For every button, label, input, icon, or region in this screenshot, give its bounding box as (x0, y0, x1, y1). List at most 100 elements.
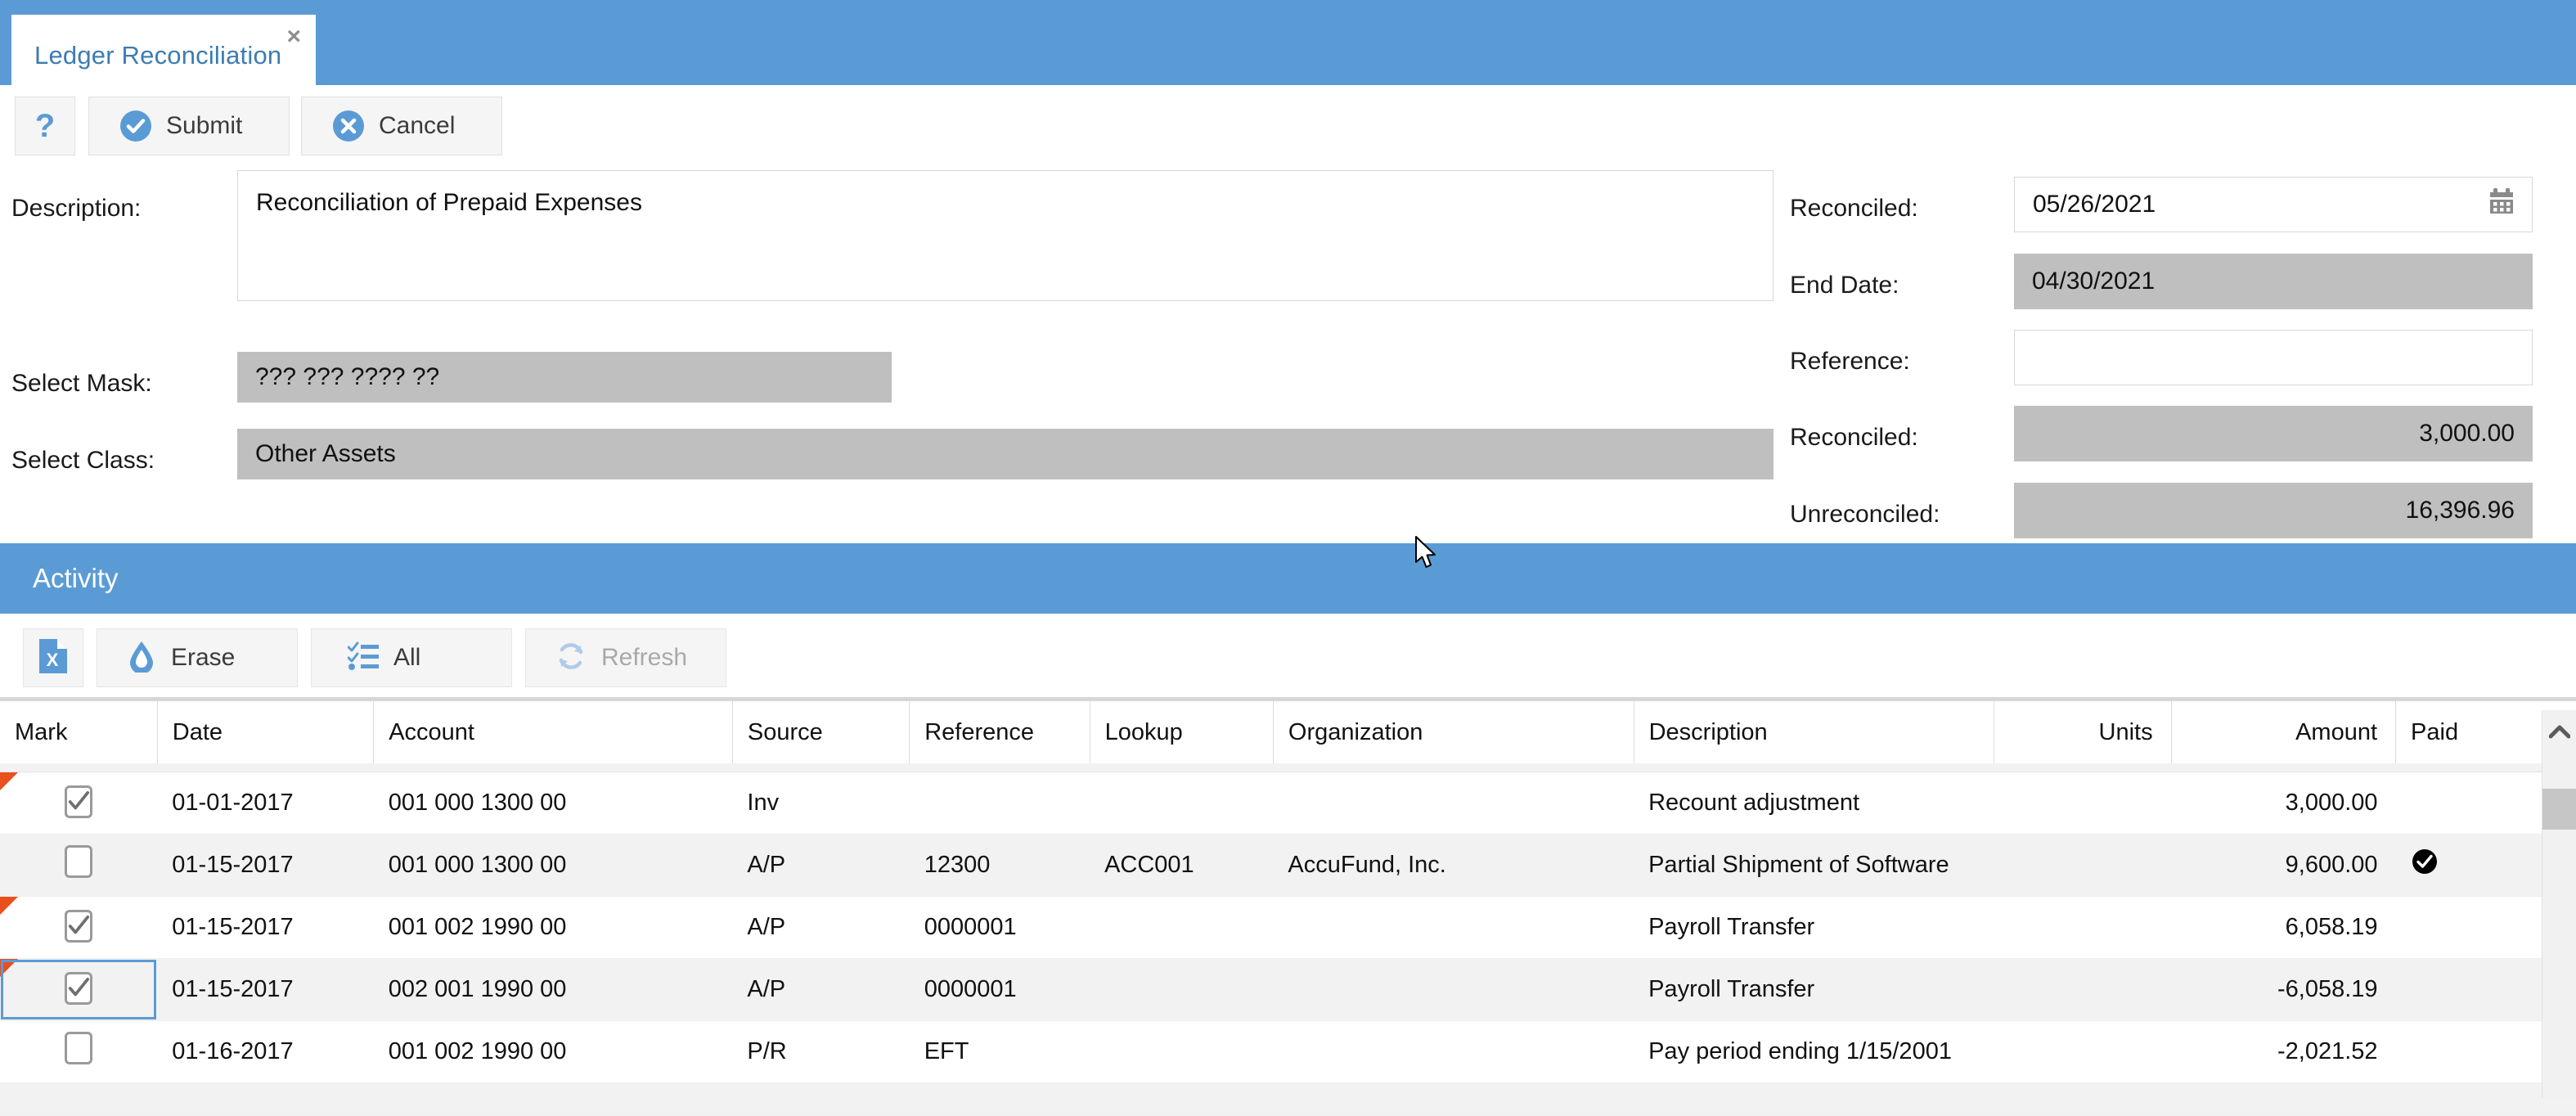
svg-text:X: X (47, 650, 59, 670)
column-header-source[interactable]: Source (732, 701, 910, 763)
close-icon[interactable]: × (286, 25, 301, 49)
row-account-cell: 002 001 1990 00 (373, 958, 733, 1021)
row-mark-cell[interactable] (0, 1020, 158, 1083)
row-mark-cell[interactable] (0, 772, 158, 835)
activity-grid: Mark Date Account Source Reference Looku… (0, 697, 2576, 1116)
form-toolbar: ? Submit Cancel (0, 97, 2576, 164)
unreconciled-value: 16,396.96 (2405, 497, 2515, 524)
export-excel-button[interactable]: X (23, 628, 83, 687)
refresh-button[interactable]: Refresh (525, 628, 726, 687)
row-source-cell: Inv (732, 772, 910, 835)
reconciled-date-input[interactable]: 05/26/2021 (2014, 177, 2533, 232)
end-date-label: End Date: (1790, 272, 1899, 299)
select-mask-input[interactable]: ??? ??? ???? ?? (237, 352, 892, 403)
table-row[interactable]: 01-15-2017 002 001 1990 00 A/P 0000001 Payro… (0, 958, 2576, 1021)
reference-input[interactable] (2014, 330, 2533, 385)
activity-section-header: Activity (0, 543, 2576, 614)
row-reference-cell: 12300 (909, 834, 1090, 897)
row-reference-cell: 0000001 (909, 958, 1090, 1021)
column-header-mark[interactable]: Mark (0, 701, 158, 763)
row-units-cell (1994, 834, 2172, 897)
row-modified-flag-icon (0, 772, 18, 790)
row-organization-cell (1273, 1020, 1634, 1083)
row-lookup-cell (1090, 896, 1274, 959)
question-mark-icon: ? (34, 108, 56, 144)
row-organization-cell (1273, 896, 1634, 959)
row-units-cell (1994, 772, 2172, 835)
row-amount-cell: 3,000.00 (2171, 772, 2396, 835)
row-description-cell: Recount adjustment (1634, 772, 1994, 835)
reconciled-amount-value-box: 3,000.00 (2014, 406, 2533, 461)
row-units-cell (1994, 896, 2172, 959)
checklist-icon (347, 641, 379, 675)
table-row[interactable]: 01-01-2017 001 000 1300 00 Inv Recount adju… (0, 772, 2576, 835)
select-class-label: Select Class: (11, 447, 155, 474)
row-lookup-cell (1090, 1020, 1274, 1083)
table-row[interactable]: 01-16-2017 001 002 1990 00 P/R EFT Pay perio… (0, 1020, 2576, 1083)
row-source-cell: A/P (732, 958, 910, 1021)
scrollbar-thumb[interactable] (2542, 789, 2576, 830)
row-source-cell: A/P (732, 834, 910, 897)
end-date-input: 04/30/2021 (2014, 254, 2533, 309)
table-row[interactable]: 01-15-2017 001 000 1300 00 A/P 12300 ACC001 A… (0, 834, 2576, 897)
row-account-cell: 001 002 1990 00 (373, 896, 733, 959)
reconciled-date-value: 05/26/2021 (2033, 191, 2156, 218)
column-header-description[interactable]: Description (1634, 701, 1995, 763)
column-header-organization[interactable]: Organization (1273, 701, 1634, 763)
column-header-account[interactable]: Account (373, 701, 733, 763)
table-row-partial[interactable] (0, 1082, 2576, 1116)
row-account-cell: 001 002 1990 00 (373, 1020, 733, 1083)
row-amount-cell: -6,058.19 (2171, 958, 2396, 1021)
row-mark-cell[interactable] (0, 958, 158, 1021)
column-header-lookup[interactable]: Lookup (1090, 701, 1274, 763)
cancel-label: Cancel (379, 112, 456, 139)
column-header-amount[interactable]: Amount (2171, 701, 2397, 763)
row-lookup-cell (1090, 772, 1274, 835)
grid-vertical-scrollbar[interactable] (2542, 710, 2576, 1098)
table-header-row: Mark Date Account Source Reference Looku… (0, 701, 2576, 763)
calendar-icon[interactable] (2489, 188, 2514, 221)
checkbox-checked-icon[interactable] (65, 785, 93, 818)
row-source-cell: P/R (732, 1020, 910, 1083)
row-amount-cell: 9,600.00 (2171, 834, 2396, 897)
submit-button[interactable]: Submit (88, 97, 290, 155)
select-all-button[interactable]: All (311, 628, 512, 687)
reference-label: Reference: (1790, 348, 1910, 375)
row-units-cell (1994, 1020, 2172, 1083)
row-modified-flag-icon (0, 958, 18, 977)
table-body: 01-01-2017 001 000 1300 00 Inv Recount adju… (0, 763, 2576, 1116)
description-input[interactable]: Reconciliation of Prepaid Expenses (237, 170, 1774, 301)
end-date-value: 04/30/2021 (2032, 268, 2156, 295)
help-button[interactable]: ? (15, 97, 75, 155)
checkbox-checked-icon[interactable] (65, 909, 93, 943)
column-header-reference[interactable]: Reference (909, 701, 1090, 763)
row-amount-cell: 6,058.19 (2171, 896, 2396, 959)
row-date-cell: 01-15-2017 (157, 958, 374, 1021)
row-mark-cell[interactable] (0, 896, 158, 959)
select-class-value: Other Assets (255, 440, 396, 467)
column-header-units[interactable]: Units (1994, 701, 2172, 763)
checkbox-checked-icon[interactable] (65, 971, 93, 1005)
description-value: Reconciliation of Prepaid Expenses (256, 189, 642, 216)
row-mark-cell[interactable] (0, 834, 158, 897)
tab-ledger-reconciliation[interactable]: Ledger Reconciliation × (11, 15, 316, 100)
cancel-button[interactable]: Cancel (301, 97, 502, 155)
select-mask-label: Select Mask: (11, 370, 152, 397)
erase-button[interactable]: Erase (97, 628, 298, 687)
submit-label: Submit (166, 112, 243, 139)
checkbox-unchecked-icon[interactable] (65, 845, 93, 878)
column-header-date[interactable]: Date (157, 701, 375, 763)
refresh-label: Refresh (601, 644, 688, 671)
x-circle-icon (333, 110, 364, 142)
row-description-cell: Payroll Transfer (1634, 896, 1994, 959)
unreconciled-value-box: 16,396.96 (2014, 483, 2533, 538)
select-class-input[interactable]: Other Assets (237, 429, 1774, 479)
table-row-partial-cell (0, 1082, 2576, 1116)
table-row[interactable]: 01-15-2017 001 002 1990 00 A/P 0000001 Payro… (0, 896, 2576, 959)
checkbox-unchecked-icon[interactable] (65, 1032, 93, 1064)
tab-label: Ledger Reconciliation (34, 41, 282, 70)
scroll-up-arrow-icon[interactable] (2542, 710, 2576, 754)
activity-title: Activity (33, 563, 119, 593)
header-separator-cell (0, 763, 2576, 772)
reconciled-amount-label: Reconciled: (1790, 424, 1918, 451)
